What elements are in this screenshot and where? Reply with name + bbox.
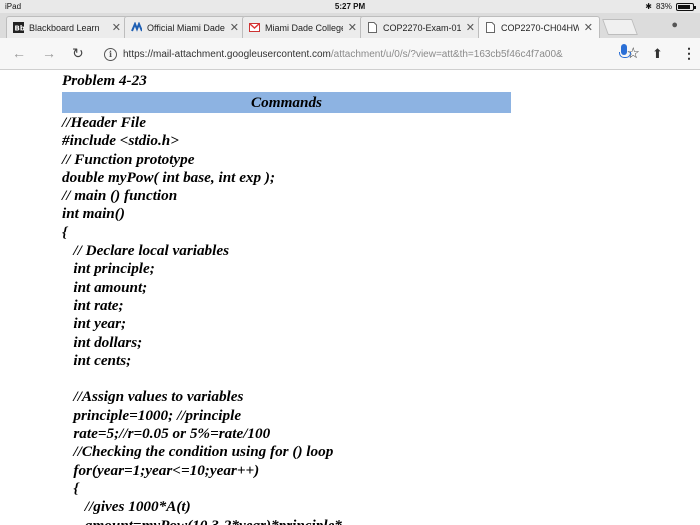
document-icon [485, 22, 496, 33]
tab-ch04hw[interactable]: COP2270-CH04HW ✕ [478, 16, 600, 38]
close-icon[interactable]: ✕ [584, 21, 593, 34]
tab-title: Blackboard Learn [29, 22, 100, 33]
code-line: // Function prototype [62, 150, 195, 168]
info-icon[interactable]: i [104, 47, 117, 61]
commands-header: Commands [62, 92, 511, 113]
tab-miami-dade-official[interactable]: Official Miami Dade ✕ [124, 16, 246, 38]
tab-title: COP2270-CH04HW [501, 22, 579, 33]
code-line: int principle; [62, 260, 155, 278]
tab-title: Miami Dade College [265, 22, 343, 33]
voice-search-tab-icon[interactable]: ● [671, 19, 678, 31]
code-line: int amount; [62, 278, 148, 296]
bluetooth-icon: ✱ [645, 2, 652, 11]
code-line: //gives 1000*A(t) [62, 498, 191, 516]
close-icon[interactable]: ✕ [466, 21, 475, 34]
close-icon[interactable]: ✕ [348, 21, 357, 34]
code-line: rate=5;//r=0.05 or 5%=rate/100 [62, 425, 271, 443]
close-icon[interactable]: ✕ [112, 21, 121, 34]
tab-title: Official Miami Dade [147, 22, 225, 33]
code-line: //Assign values to variables [62, 388, 244, 406]
problem-title: Problem 4-23 [62, 72, 147, 89]
document-page: Problem 4-23 Commands //Header File #incl… [62, 72, 682, 525]
code-line: int main() [62, 205, 125, 223]
share-icon[interactable]: ⬆ [652, 46, 663, 62]
code-line: int cents; [62, 351, 132, 369]
status-right: ✱ 83% [645, 2, 696, 11]
code-line: principle=1000; //principle [62, 406, 242, 424]
code-line: double myPow( int base, int exp ); [62, 168, 276, 186]
code-line: { [62, 223, 68, 241]
gmail-icon [249, 22, 260, 33]
miami-dade-icon [131, 22, 142, 33]
code-line: // Declare local variables [62, 242, 230, 260]
forward-icon[interactable]: → [42, 45, 56, 61]
code-line: //Checking the condition using for () lo… [62, 443, 334, 461]
clock: 5:27 PM [334, 2, 366, 11]
code-line: int year; [62, 315, 127, 333]
tab-blackboard[interactable]: Bb Blackboard Learn ✕ [6, 16, 128, 38]
tab-strip: Bb Blackboard Learn ✕ Official Miami Dad… [0, 13, 700, 38]
battery-percent: 83% [655, 2, 672, 11]
tab-miami-dade-college[interactable]: Miami Dade College ✕ [242, 16, 364, 38]
more-menu-icon[interactable]: ⋮ [682, 45, 696, 62]
blackboard-icon: Bb [13, 22, 24, 33]
tab-title: COP2270-Exam-01 [383, 22, 461, 33]
address-bar[interactable]: i https://mail-attachment.googleusercont… [100, 43, 640, 65]
code-line: #include <stdio.h> [62, 132, 179, 150]
reload-icon[interactable]: ↻ [72, 45, 84, 62]
code-line: // main () function [62, 187, 178, 205]
url-text[interactable]: https://mail-attachment.googleuserconten… [123, 49, 593, 60]
battery-icon [676, 2, 696, 11]
toolbar: ← → ↻ i https://mail-attachment.googleus… [0, 38, 700, 70]
svg-text:Bb: Bb [15, 25, 25, 33]
url-host: https://mail-attachment.googleuserconten… [123, 48, 331, 60]
status-bar: iPad 5:27 PM ✱ 83% [0, 0, 700, 13]
code-line: amount=myPow(10,3-2*year)*principle* [62, 517, 682, 525]
code-line: int rate; [62, 296, 124, 314]
battery-fill [678, 4, 690, 9]
url-path: /attachment/u/0/s/?view=att&th=163cb5f46… [330, 48, 563, 60]
microphone-icon[interactable] [619, 44, 631, 58]
code-line: //Header File [62, 114, 146, 131]
code-line: int dollars; [62, 333, 143, 351]
code-line: { [62, 479, 79, 497]
document-icon [367, 22, 378, 33]
tab-exam-01[interactable]: COP2270-Exam-01 ✕ [360, 16, 482, 38]
code-line: for(year=1;year<=10;year++) [62, 461, 260, 479]
back-icon[interactable]: ← [12, 45, 26, 61]
new-tab-button[interactable] [602, 19, 638, 35]
code-block: //Header File #include <stdio.h>// Functi… [62, 114, 682, 525]
close-icon[interactable]: ✕ [230, 21, 239, 34]
